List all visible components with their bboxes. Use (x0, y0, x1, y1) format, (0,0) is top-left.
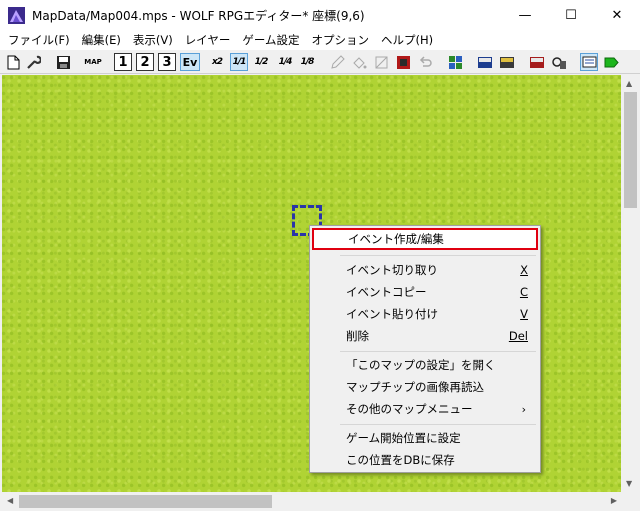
menu-item-other-map-menu[interactable]: その他のマップメニュー › (312, 398, 538, 420)
menu-edit[interactable]: 編集(E) (76, 30, 127, 50)
pencil-icon[interactable] (328, 53, 346, 71)
menu-item-set-start-position[interactable]: ゲーム開始位置に設定 (312, 427, 538, 449)
play-icon[interactable] (602, 53, 620, 71)
vertical-scroll-thumb[interactable] (624, 92, 637, 208)
menu-item-label: マップチップの画像再読込 (346, 380, 484, 394)
map-label: MAP (84, 57, 102, 66)
new-file-icon[interactable] (4, 53, 22, 71)
window-title: MapData/Map004.mps - WOLF RPGエディター* 座標(9… (32, 9, 365, 23)
minimize-icon: — (518, 7, 532, 23)
menu-item-paste-event[interactable]: イベント貼り付け V (312, 303, 538, 325)
shortcut-key: V (520, 307, 528, 321)
menu-item-copy-event[interactable]: イベントコピー C (312, 281, 538, 303)
menu-item-label: イベント切り取り (346, 263, 438, 277)
menu-item-save-position-db[interactable]: この位置をDBに保存 (312, 449, 538, 471)
system-db-icon[interactable] (528, 53, 546, 71)
zoom-1-1-button[interactable]: 1/1 (230, 53, 248, 71)
menu-item-reload-mapchip[interactable]: マップチップの画像再読込 (312, 376, 538, 398)
zoom-1-1-label: 1/1 (232, 57, 247, 67)
scroll-up-icon[interactable]: ▲ (626, 79, 632, 88)
layer3-label: 3 (162, 54, 172, 70)
layer2-button[interactable]: 2 (136, 53, 154, 71)
zoom-1-2-button[interactable]: 1/2 (252, 53, 270, 71)
tile-palette-icon[interactable] (446, 53, 464, 71)
shortcut-key: C (519, 285, 528, 299)
bucket-icon[interactable] (350, 53, 368, 71)
horizontal-scroll-thumb[interactable] (19, 495, 272, 508)
menu-item-label: イベント貼り付け (346, 307, 438, 321)
menu-item-delete[interactable]: 削除 Del (312, 325, 538, 347)
shortcut-key: X (520, 263, 528, 277)
event-layer-button[interactable]: Ev (180, 53, 200, 71)
menu-view[interactable]: 表示(V) (127, 30, 179, 50)
zoom-2x-label: x2 (211, 57, 223, 67)
shape-icon[interactable] (372, 53, 390, 71)
menu-item-label: 「このマップの設定」を開く (346, 358, 496, 372)
shortcut-key: Del (508, 329, 528, 343)
common-event-icon[interactable] (498, 53, 516, 71)
user-db-icon[interactable] (550, 53, 568, 71)
menu-separator (340, 424, 536, 425)
zoom-1-8-label: 1/8 (300, 57, 315, 67)
menu-item-label: その他のマップメニュー (346, 402, 473, 416)
zoom-1-4-label: 1/4 (278, 57, 293, 67)
scroll-down-icon[interactable]: ▼ (626, 479, 632, 488)
menu-item-open-map-settings[interactable]: 「このマップの設定」を開く (312, 354, 538, 376)
maximize-icon: ☐ (565, 7, 577, 23)
zoom-1-8-button[interactable]: 1/8 (298, 53, 316, 71)
app-icon (8, 7, 25, 24)
layer3-button[interactable]: 3 (158, 53, 176, 71)
context-menu: イベント作成/編集 イベント切り取り X イベントコピー C イベント貼り付け … (309, 225, 541, 473)
close-icon: ✕ (611, 7, 623, 23)
menu-separator (340, 255, 536, 256)
menu-item-label: ゲーム開始位置に設定 (346, 431, 461, 445)
menu-layer[interactable]: レイヤー (179, 30, 237, 50)
menu-item-cut-event[interactable]: イベント切り取り X (312, 259, 538, 281)
zoom-2x-button[interactable]: x2 (208, 53, 226, 71)
menu-file[interactable]: ファイル(F) (2, 30, 76, 50)
submenu-arrow-icon: › (521, 402, 526, 416)
scroll-right-icon[interactable]: ▶ (611, 496, 617, 505)
menu-separator (340, 351, 536, 352)
event-layer-label: Ev (182, 55, 198, 69)
wolf-rpg-editor-window: MapData/Map004.mps - WOLF RPGエディター* 座標(9… (0, 0, 640, 511)
menu-item-label: イベント作成/編集 (348, 232, 444, 246)
vertical-scrollbar[interactable]: ▲ ▼ (622, 75, 640, 492)
menu-item-label: この位置をDBに保存 (346, 453, 455, 467)
layer1-button[interactable]: 1 (114, 53, 132, 71)
zoom-1-2-label: 1/2 (254, 57, 269, 67)
scroll-left-icon[interactable]: ◀ (7, 496, 13, 505)
database-icon[interactable] (476, 53, 494, 71)
display-toggle-icon[interactable] (580, 53, 598, 71)
tile-icon[interactable] (394, 53, 412, 71)
menu-game-settings[interactable]: ゲーム設定 (236, 30, 305, 50)
maximize-button[interactable]: ☐ (548, 0, 594, 30)
layer2-label: 2 (140, 54, 150, 70)
menu-help[interactable]: ヘルプ(H) (375, 30, 439, 50)
undo-icon[interactable] (416, 53, 434, 71)
save-icon[interactable] (54, 53, 72, 71)
layer1-label: 1 (118, 54, 128, 70)
title-bar: MapData/Map004.mps - WOLF RPGエディター* 座標(9… (0, 0, 640, 30)
menu-bar: ファイル(F) 編集(E) 表示(V) レイヤー ゲーム設定 オプション ヘルプ… (0, 30, 640, 50)
scrollbar-corner (622, 492, 640, 511)
map-icon[interactable]: MAP (84, 53, 102, 71)
close-button[interactable]: ✕ (594, 0, 640, 30)
zoom-1-4-button[interactable]: 1/4 (276, 53, 294, 71)
horizontal-scrollbar[interactable]: ◀ ▶ (2, 492, 622, 511)
wrench-icon[interactable] (24, 53, 42, 71)
toolbar: MAP 1 2 3 Ev x2 1/1 1/2 1/4 1/8 (0, 50, 640, 74)
minimize-button[interactable]: — (502, 0, 548, 30)
menu-item-label: 削除 (346, 329, 369, 343)
menu-item-label: イベントコピー (346, 285, 427, 299)
menu-options[interactable]: オプション (306, 30, 376, 50)
menu-item-create-edit-event[interactable]: イベント作成/編集 (312, 228, 538, 250)
